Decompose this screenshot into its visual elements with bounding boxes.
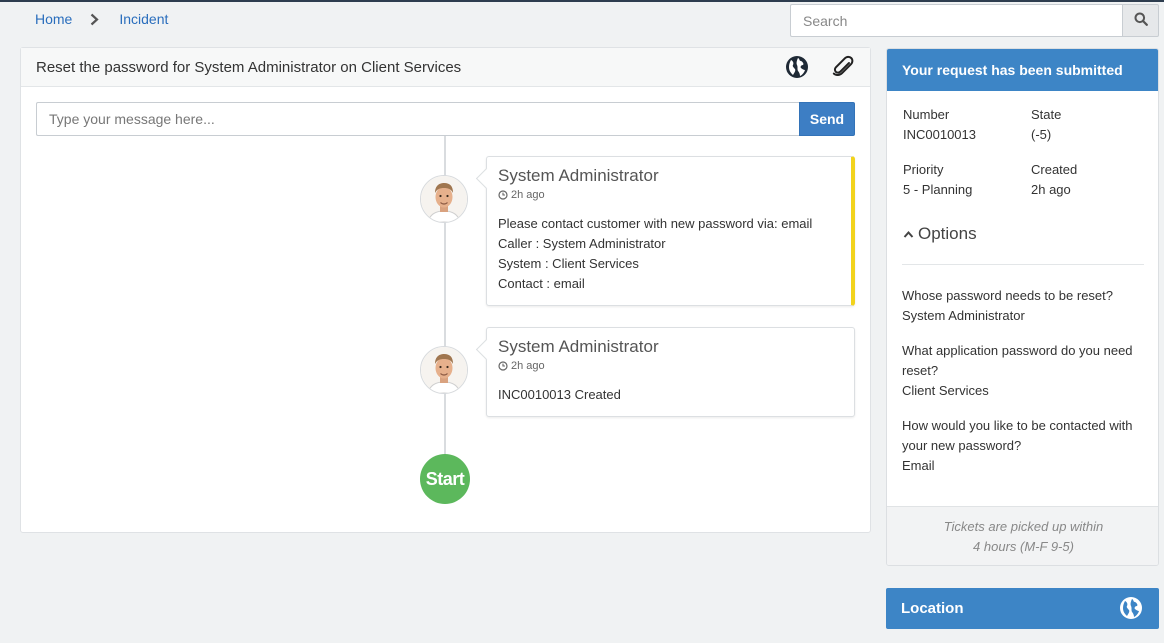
timeline-start-marker: Start xyxy=(420,454,470,504)
timeline-entry: System Administrator 2h ago Please conta… xyxy=(486,156,855,306)
location-panel-header[interactable]: Location xyxy=(886,588,1159,629)
option-question: Whose password needs to be reset? xyxy=(902,288,1114,303)
options-label: Options xyxy=(918,224,977,243)
priority-label: Priority xyxy=(903,162,944,177)
send-button[interactable]: Send xyxy=(799,102,855,136)
number-field: Number INC0010013 xyxy=(903,105,976,145)
request-summary-header: Your request has been submitted xyxy=(887,49,1158,91)
sla-note-line: 4 hours (M-F 9-5) xyxy=(973,539,1074,554)
request-info-grid: Number INC0010013 State (-5) Priority 5 … xyxy=(887,91,1158,221)
option-answer: Email xyxy=(902,458,935,473)
state-label: State xyxy=(1031,107,1062,122)
priority-value: 5 - Planning xyxy=(903,182,973,197)
option-answer: Client Services xyxy=(902,383,989,398)
request-summary-panel: Your request has been submitted Number I… xyxy=(886,48,1159,566)
search-input[interactable] xyxy=(790,4,1122,37)
option-item: What application password do you need re… xyxy=(902,341,1147,401)
entry-time-text: 2h ago xyxy=(511,360,545,372)
page-title: Reset the password for System Administra… xyxy=(36,58,462,76)
sla-note: Tickets are picked up within 4 hours (M-… xyxy=(887,506,1158,565)
entry-line: System : Client Services xyxy=(498,256,639,271)
globe-icon[interactable] xyxy=(784,54,810,80)
option-answer: System Administrator xyxy=(902,308,1025,323)
divider xyxy=(902,264,1144,265)
number-label: Number xyxy=(903,107,950,122)
avatar xyxy=(420,175,468,223)
user-avatar-icon xyxy=(421,176,467,222)
conversation-header: Reset the password for System Administra… xyxy=(21,48,870,87)
conversation-panel: Reset the password for System Administra… xyxy=(20,47,871,533)
paperclip-icon[interactable] xyxy=(830,54,856,80)
option-question: What application password do you need re… xyxy=(902,343,1133,378)
options-toggle[interactable]: Options xyxy=(903,224,977,244)
option-question: How would you like to be contacted with … xyxy=(902,418,1133,453)
option-item: Whose password needs to be reset? System… xyxy=(902,286,1147,326)
option-item: How would you like to be contacted with … xyxy=(902,416,1147,476)
created-label: Created xyxy=(1031,162,1078,177)
number-value: INC0010013 xyxy=(903,127,976,142)
chevron-right-icon xyxy=(90,13,99,26)
breadcrumb: Home Incident xyxy=(35,11,168,27)
entry-time: 2h ago xyxy=(498,189,840,201)
breadcrumb-home-link[interactable]: Home xyxy=(35,11,72,27)
state-field: State (-5) xyxy=(1031,105,1061,145)
entry-author: System Administrator xyxy=(498,166,659,185)
created-field: Created 2h ago xyxy=(1031,160,1077,200)
header-actions xyxy=(784,54,856,80)
chevron-up-icon xyxy=(903,230,914,239)
breadcrumb-incident-link[interactable]: Incident xyxy=(119,11,168,27)
globe-icon xyxy=(1119,596,1143,620)
entry-line: Contact : email xyxy=(498,276,585,291)
clock-icon xyxy=(498,361,508,371)
sla-note-line: Tickets are picked up within xyxy=(943,519,1104,534)
created-value: 2h ago xyxy=(1031,182,1071,197)
entry-line: INC0010013 Created xyxy=(498,387,621,402)
entry-time-text: 2h ago xyxy=(511,189,545,201)
location-label: Location xyxy=(901,600,964,617)
search-icon xyxy=(1134,12,1148,29)
top-bar: Home Incident xyxy=(0,2,1164,42)
clock-icon xyxy=(498,190,508,200)
entry-line: Please contact customer with new passwor… xyxy=(498,216,813,231)
state-value: (-5) xyxy=(1031,127,1052,142)
entry-line: Caller : System Administrator xyxy=(498,236,666,251)
avatar xyxy=(420,346,468,394)
entry-body: INC0010013 Created xyxy=(498,385,843,405)
entry-time: 2h ago xyxy=(498,360,843,372)
timeline-entry: System Administrator 2h ago INC0010013 C… xyxy=(486,327,855,417)
entry-author: System Administrator xyxy=(498,337,659,356)
user-avatar-icon xyxy=(421,347,467,393)
search-button[interactable] xyxy=(1122,4,1159,37)
search-bar xyxy=(790,4,1159,37)
entry-body: Please contact customer with new passwor… xyxy=(498,214,840,294)
message-input[interactable] xyxy=(36,102,799,136)
message-composer: Send xyxy=(36,102,855,136)
priority-field: Priority 5 - Planning xyxy=(903,160,972,200)
